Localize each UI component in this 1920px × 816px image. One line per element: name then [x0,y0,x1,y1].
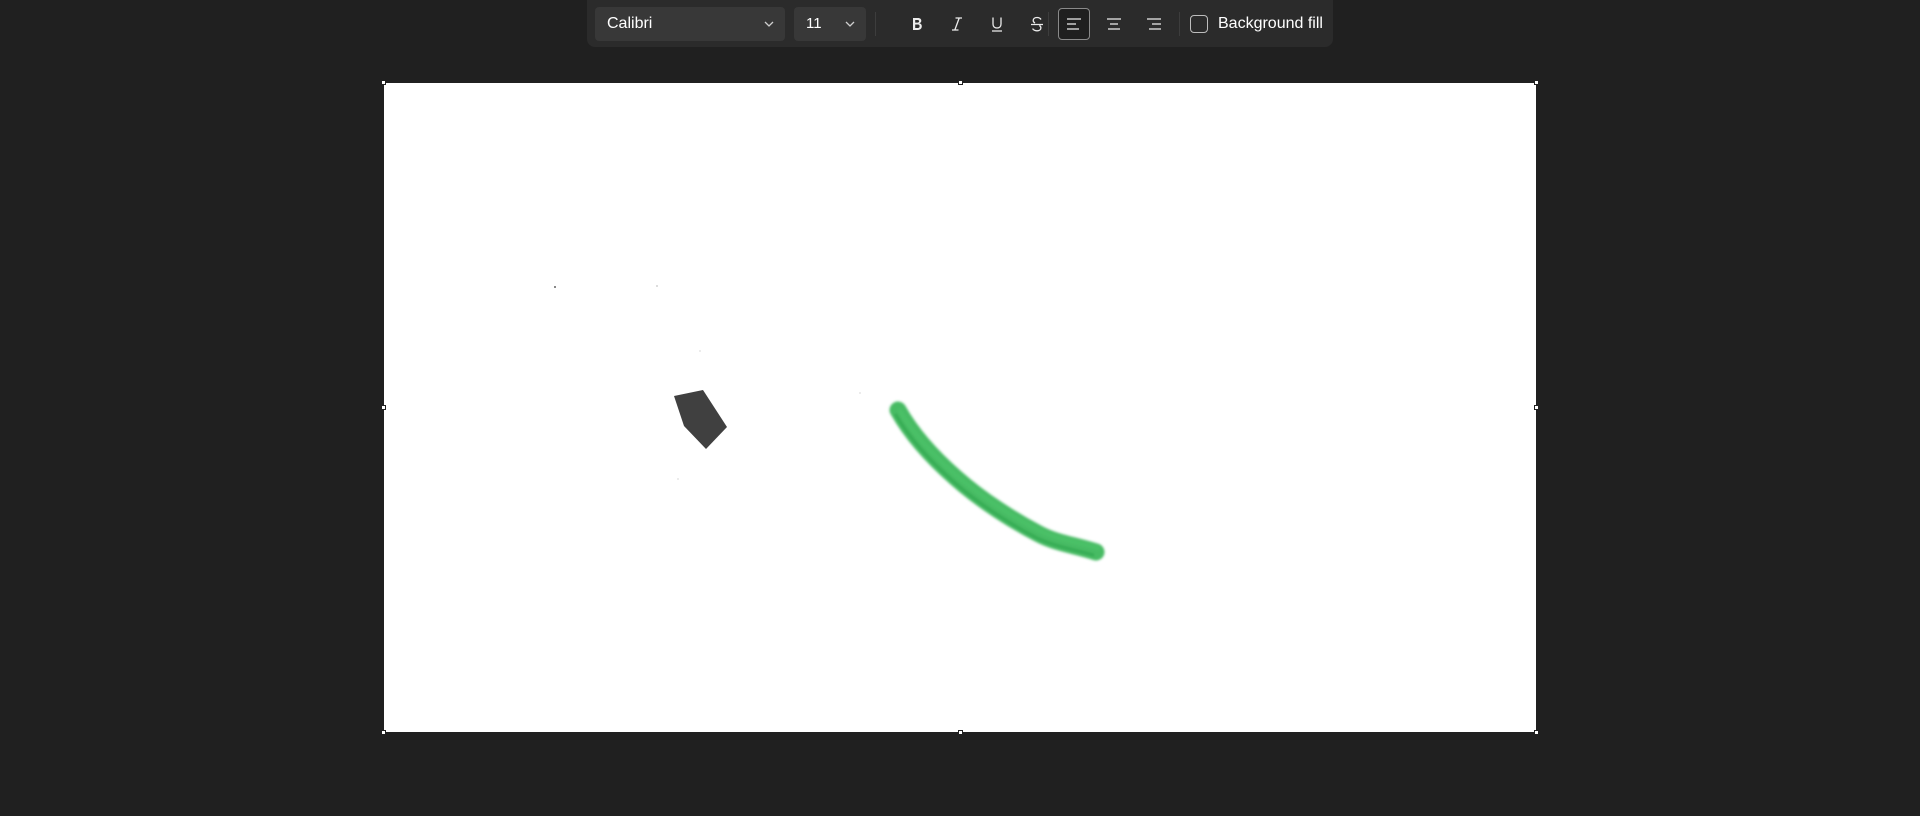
font-family-value: Calibri [607,15,653,32]
canvas-selection-frame [381,80,1539,735]
font-size-value: 11 [806,15,822,32]
ink-speck [859,392,861,394]
align-right-button[interactable] [1138,8,1170,40]
resize-handle-left[interactable] [381,405,386,410]
resize-handle-top[interactable] [958,80,963,85]
background-fill-label: Background fill [1218,15,1323,32]
dark-gray-shape[interactable] [674,390,727,449]
resize-handle-bottom-left[interactable] [381,730,386,735]
underline-icon [992,17,1002,32]
align-right-icon [1147,18,1161,30]
canvas-drawing-layer [554,285,1105,561]
align-center-icon [1107,18,1121,30]
green-highlighter-stroke[interactable] [889,401,1105,561]
resize-handle-bottom-right[interactable] [1534,730,1539,735]
drawing-canvas[interactable] [384,83,1536,732]
toolbar-divider [1048,12,1049,36]
underline-button[interactable] [981,8,1013,40]
strikethrough-icon [1031,16,1043,32]
ink-speck [677,478,679,480]
bold-icon [913,18,922,30]
align-center-button[interactable] [1098,8,1130,40]
italic-icon [952,17,962,31]
font-size-dropdown[interactable]: 11 [794,7,866,41]
chevron-down-icon [845,21,855,27]
background-fill-toggle[interactable]: Background fill [1190,7,1323,41]
ink-speck [554,286,556,288]
toolbar-divider [875,12,876,36]
font-family-dropdown[interactable]: Calibri [595,7,785,41]
text-formatting-toolbar: Calibri 11 Background fill [587,0,1333,47]
resize-handle-top-right[interactable] [1534,80,1539,85]
background-fill-checkbox[interactable] [1190,15,1208,33]
resize-handle-right[interactable] [1534,405,1539,410]
resize-handle-bottom[interactable] [958,730,963,735]
toolbar-divider [1179,12,1180,36]
bold-button[interactable] [901,8,933,40]
resize-handle-top-left[interactable] [381,80,386,85]
italic-button[interactable] [941,8,973,40]
app-window: Calibri 11 Background fill [0,0,1920,816]
align-left-icon [1067,18,1081,30]
ink-speck [699,350,701,352]
align-left-button[interactable] [1058,8,1090,40]
ink-speck [656,285,658,287]
chevron-down-icon [764,21,774,27]
